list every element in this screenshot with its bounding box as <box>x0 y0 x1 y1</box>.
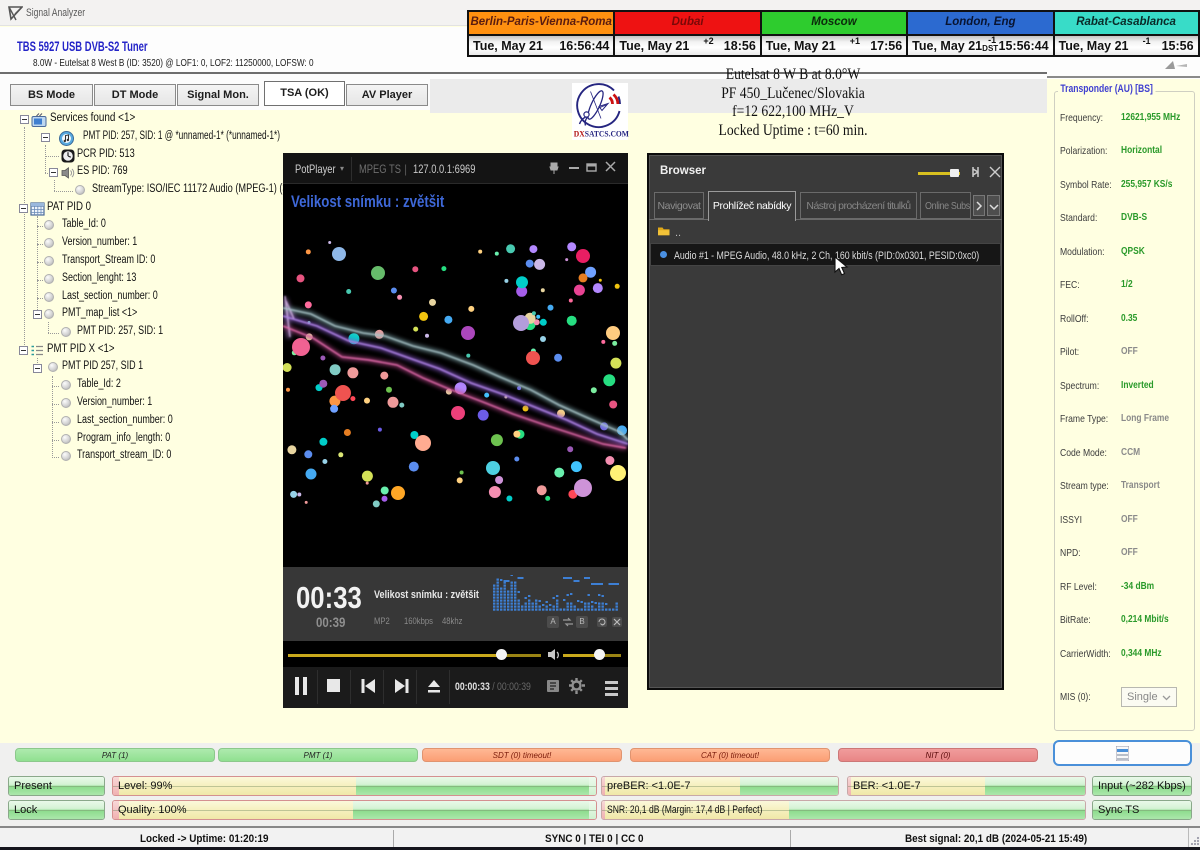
svg-text:DX: DX <box>574 129 585 139</box>
